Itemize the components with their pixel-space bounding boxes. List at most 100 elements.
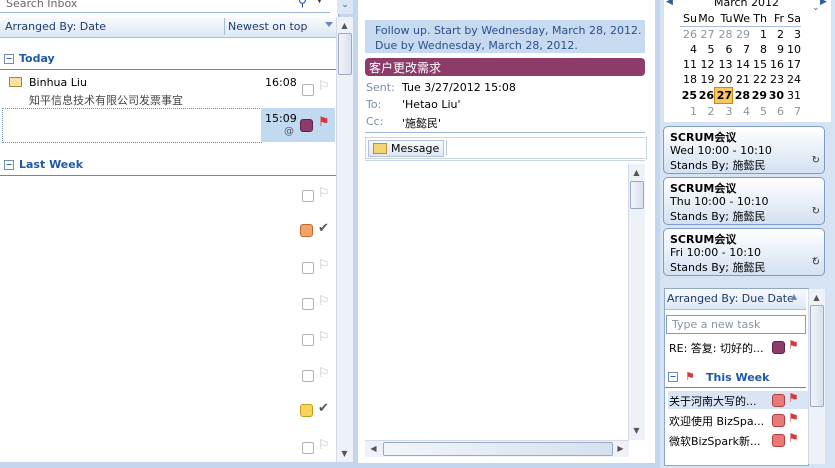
scroll-up-icon[interactable]: ▲: [337, 19, 352, 32]
calendar-day-today[interactable]: 27: [714, 87, 733, 104]
category-box[interactable]: [302, 298, 314, 310]
flag-icon[interactable]: ⚐: [318, 439, 332, 453]
message-row[interactable]: ⚐: [0, 252, 336, 286]
calendar-day[interactable]: 14: [733, 57, 750, 72]
calendar-day[interactable]: 4: [680, 42, 697, 57]
category-box[interactable]: [302, 334, 314, 346]
calendar-day[interactable]: 5: [750, 104, 767, 120]
calendar-day[interactable]: 3: [715, 104, 733, 120]
message-row[interactable]: ⚐: [0, 288, 336, 322]
expand-chevron-icon[interactable]: ⌄: [337, 0, 353, 14]
message-row[interactable]: ⚐: [0, 324, 336, 358]
calendar-day[interactable]: 19: [697, 72, 715, 88]
calendar-day[interactable]: 2: [767, 27, 784, 43]
message-row[interactable]: ✔: [0, 216, 336, 250]
calendar-day[interactable]: 7: [733, 42, 750, 57]
search-bar[interactable]: Search Inbox ⚲ ▼: [0, 0, 330, 13]
appointments-more-icon[interactable]: ⌄: [812, 252, 820, 262]
appointment-card[interactable]: SCRUM会议 Thu 10:00 - 10:10 Stands By; 施懿民…: [663, 177, 825, 225]
list-scrollbar[interactable]: ▲ ▼: [336, 17, 353, 462]
message-row[interactable]: ⚐: [0, 180, 336, 214]
message-row[interactable]: ✔: [0, 396, 336, 430]
flag-icon[interactable]: ⚐: [318, 295, 332, 309]
complete-check-icon[interactable]: ✔: [318, 221, 329, 236]
calendar-day[interactable]: 1: [680, 104, 697, 120]
chevron-down-icon[interactable]: ▼: [316, 0, 328, 5]
followup-infobar[interactable]: Follow up. Start by Wednesday, March 28,…: [365, 20, 645, 53]
scroll-down-icon[interactable]: ▼: [629, 424, 644, 437]
scroll-up-icon[interactable]: ▲: [809, 291, 824, 304]
calendar-day[interactable]: 31: [784, 88, 801, 104]
sort-order-label[interactable]: Newest on top: [228, 20, 308, 33]
calendar-day[interactable]: 13: [715, 57, 733, 72]
search-icon[interactable]: ⚲: [298, 0, 312, 9]
flag-red-icon[interactable]: ⚑: [788, 391, 799, 405]
next-month-icon[interactable]: ▶: [820, 0, 827, 7]
calendar-day[interactable]: 30: [767, 88, 784, 104]
collapse-icon[interactable]: −: [4, 160, 14, 170]
scroll-thumb[interactable]: [810, 305, 824, 407]
reading-vscrollbar[interactable]: ▲ ▼: [628, 164, 645, 440]
scroll-left-icon[interactable]: ◀: [366, 442, 381, 455]
flag-icon[interactable]: ⚐: [318, 259, 332, 273]
prev-month-icon[interactable]: ◀: [666, 0, 673, 7]
calendar-day[interactable]: 28: [715, 27, 733, 43]
complete-check-icon[interactable]: ✔: [318, 401, 329, 416]
message-tab[interactable]: Message: [368, 140, 444, 157]
category-box[interactable]: [302, 190, 314, 202]
task-item[interactable]: 欢迎使用 BizSpa... ⚑: [668, 411, 808, 429]
calendar-day[interactable]: 1: [750, 27, 767, 43]
calendar-day[interactable]: 28: [733, 88, 750, 104]
message-row[interactable]: Binhua Liu 16:08 知平信息技术有限公司发票事宜 ⚐: [0, 71, 336, 107]
calendar-day[interactable]: 12: [697, 57, 715, 72]
collapse-icon[interactable]: −: [4, 54, 14, 64]
calendar-day[interactable]: 6: [767, 104, 784, 120]
category-orange[interactable]: [300, 224, 313, 237]
flag-icon[interactable]: ⚐: [318, 187, 332, 201]
calendar-day[interactable]: 4: [733, 104, 750, 120]
category-box[interactable]: [302, 442, 314, 454]
calendar-day[interactable]: 22: [750, 72, 767, 88]
calendar-day[interactable]: 23: [767, 72, 784, 88]
flag-red-icon[interactable]: ⚑: [788, 338, 799, 352]
appointment-card[interactable]: SCRUM会议 Wed 10:00 - 10:10 Stands By; 施懿民…: [663, 126, 825, 174]
calendar-day[interactable]: 29: [733, 27, 750, 43]
calendar-day[interactable]: 11: [680, 57, 697, 72]
calendar-day[interactable]: 18: [680, 72, 697, 88]
flag-icon[interactable]: ⚐: [318, 331, 332, 345]
calendar-day[interactable]: 7: [784, 104, 801, 120]
scroll-down-icon[interactable]: ▼: [337, 447, 352, 460]
arrange-header[interactable]: Arranged By: Date Newest on top: [0, 17, 336, 38]
calendar-day[interactable]: 6: [715, 42, 733, 57]
category-red[interactable]: [772, 414, 785, 427]
category-box[interactable]: [302, 370, 314, 382]
calendar-day[interactable]: 24: [784, 72, 801, 88]
category-yellow[interactable]: [300, 404, 313, 417]
task-item[interactable]: RE: 答复: 切好的... ⚑: [668, 338, 808, 356]
calendar-day[interactable]: 25: [680, 88, 697, 104]
calendar-day[interactable]: 16: [767, 57, 784, 72]
task-arrange-header[interactable]: Arranged By: Due Date ▲: [665, 289, 806, 310]
flag-red-icon[interactable]: ⚑: [318, 116, 332, 130]
calendar-day[interactable]: 9: [767, 42, 784, 57]
message-row[interactable]: ⚐: [0, 432, 336, 460]
message-row[interactable]: ⚐: [0, 360, 336, 394]
scroll-thumb[interactable]: [338, 33, 352, 75]
cc-recipient[interactable]: '施懿民': [402, 115, 441, 131]
task-scrollbar[interactable]: ▲: [808, 289, 825, 464]
message-row-selected[interactable]: 15:09 @ ⚑: [0, 108, 336, 143]
appointment-card[interactable]: SCRUM会议 Fri 10:00 - 10:10 Stands By; 施懿民…: [663, 228, 825, 276]
group-header-today[interactable]: − Today: [4, 52, 55, 68]
category-box[interactable]: [302, 262, 314, 274]
category-red[interactable]: [772, 434, 785, 447]
calendar-day[interactable]: 27: [697, 27, 715, 43]
calendar-day[interactable]: 26: [697, 88, 715, 104]
calendar-day[interactable]: 10: [784, 42, 801, 57]
calendar-day[interactable]: 15: [750, 57, 767, 72]
task-arranged-by[interactable]: Arranged By: Due Date: [667, 292, 794, 305]
category-red[interactable]: [772, 394, 785, 407]
task-group-this-week[interactable]: − ⚑ This Week: [668, 370, 806, 386]
new-task-input[interactable]: Type a new task: [666, 315, 806, 334]
calendar-day[interactable]: 21: [733, 72, 750, 88]
scroll-thumb[interactable]: [630, 181, 644, 209]
